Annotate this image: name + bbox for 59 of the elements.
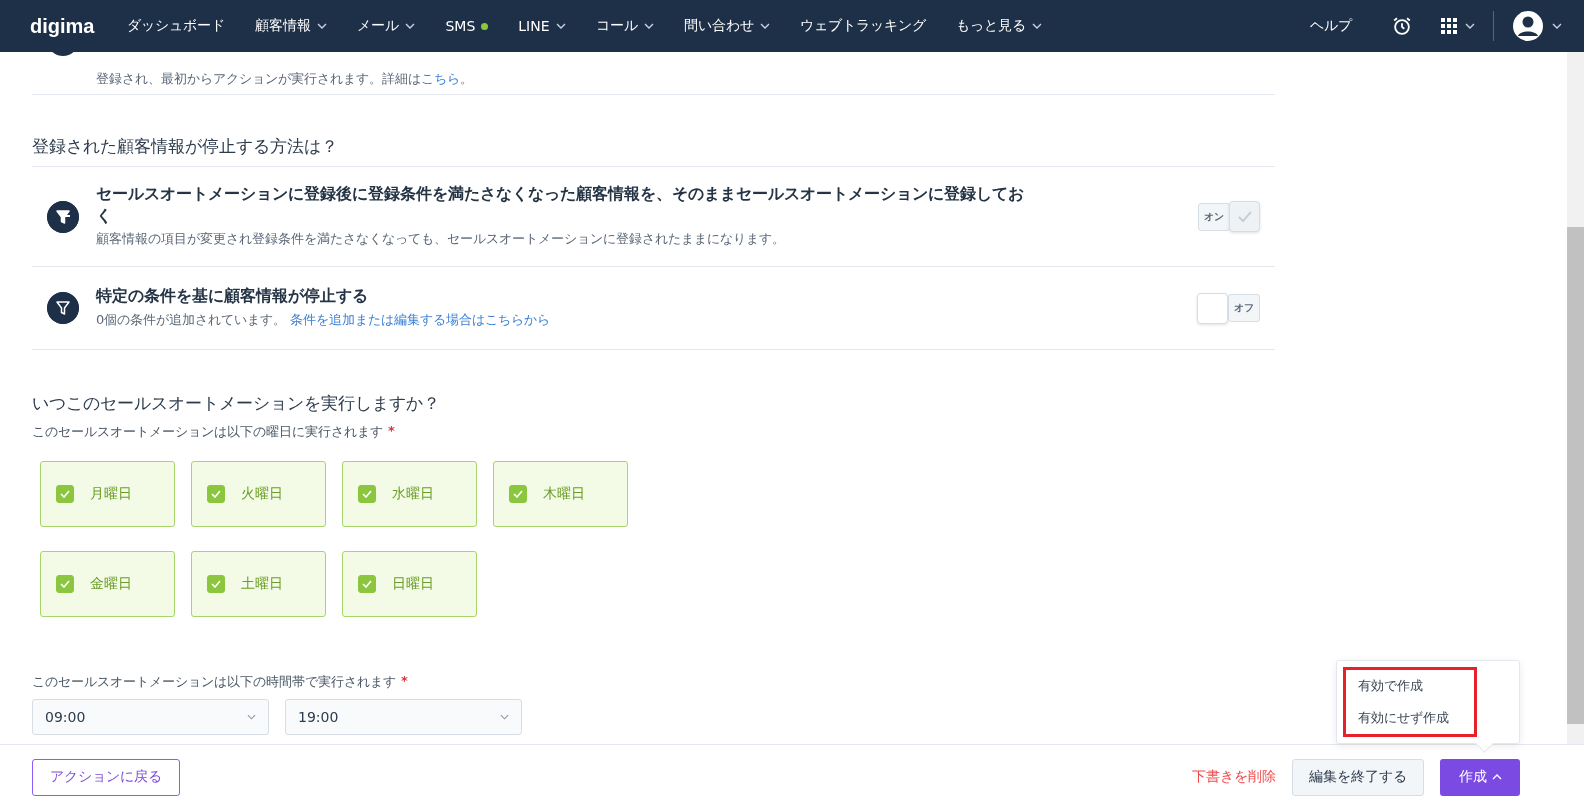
check-icon [60, 580, 70, 589]
finish-editing-button[interactable]: 編集を終了する [1292, 758, 1424, 796]
check-icon [1236, 209, 1253, 224]
check-icon [362, 490, 372, 499]
nav-menu-item[interactable]: もっと見る [940, 17, 1057, 35]
nav-menu-item[interactable]: コール [580, 17, 669, 35]
required-mark: * [388, 423, 395, 441]
option-description: 0個の条件が追加されています。 条件を追加または編集する場合はこちらから [96, 311, 552, 329]
create-button[interactable]: 作成 [1440, 758, 1520, 796]
option-description: 登録され、最初からアクションが実行されます。詳細はこちら。 [96, 70, 473, 88]
option-description: 顧客情報の項目が変更され登録条件を満たさなくなっても、セールスオートメーションに登録されたままになります。 [96, 230, 786, 249]
field-label: このセールスオートメーションは以下の時間帯で実行されます [32, 673, 396, 692]
toggle-switch[interactable]: オフ [1197, 292, 1260, 324]
nav-menu-item[interactable]: ダッシュボード [112, 17, 241, 35]
nav-menu-item[interactable]: ウェブトラッキング [784, 17, 941, 35]
nav-menu-item[interactable]: LINE [503, 18, 581, 34]
details-link[interactable]: こちら [421, 71, 460, 86]
option-title: 特定の条件を基に顧客情報が停止する [96, 285, 369, 307]
help-link[interactable]: ヘルプ [1295, 17, 1367, 35]
chevron-down-icon [555, 23, 566, 29]
chevron-up-icon [1491, 774, 1502, 780]
field-label: このセールスオートメーションは以下の曜日に実行されます [32, 423, 383, 442]
funnel-icon [47, 292, 79, 325]
chevron-down-icon [317, 23, 328, 29]
option-title: セールスオートメーションに登録後に登録条件を満たさなくなった顧客情報を、そのままセールスオートメーションに登録しておく [96, 183, 1025, 227]
grid-icon [1441, 18, 1457, 34]
nav-menu-item[interactable]: 顧客情報 [240, 17, 343, 35]
chevron-down-icon [1031, 23, 1042, 29]
alarm-clock-icon[interactable] [1391, 15, 1413, 37]
add-condition-link[interactable]: 条件を追加または編集する場合はこちらから [290, 312, 551, 327]
chevron-down-icon [759, 23, 770, 29]
chevron-down-icon [247, 714, 256, 721]
user-avatar-icon [1512, 10, 1544, 42]
check-icon [211, 490, 221, 499]
back-button[interactable]: アクションに戻る [32, 758, 180, 796]
scrollbar[interactable] [1567, 52, 1584, 744]
section-title: 登録された顧客情報が停止する方法は？ [32, 135, 1275, 167]
nav-menu-item[interactable]: 問い合わせ [668, 17, 785, 35]
nav-menu-item[interactable]: メール [342, 17, 431, 35]
funnel-minus-icon [47, 200, 79, 233]
check-icon [513, 490, 523, 499]
chevron-down-icon [643, 23, 654, 29]
required-mark: * [401, 673, 408, 691]
chevron-down-icon [1465, 23, 1475, 29]
nav-menu-item[interactable]: SMS [430, 18, 504, 34]
check-icon [60, 490, 70, 499]
time-select[interactable]: 09:00 [32, 699, 269, 736]
section-title: いつこのセールスオートメーションを実行しますか？ [32, 392, 441, 416]
time-select[interactable]: 19:00 [285, 699, 522, 736]
logo[interactable]: digima [30, 14, 95, 38]
delete-draft-link[interactable]: 下書きを削除 [1192, 768, 1276, 786]
chevron-down-icon [500, 714, 509, 721]
check-icon [362, 580, 372, 589]
menu-item[interactable]: 有効にせず作成 [1346, 701, 1461, 734]
menu-item[interactable]: 有効で作成 [1346, 669, 1435, 702]
chevron-down-icon [405, 23, 416, 29]
status-dot-icon [481, 22, 489, 30]
chevron-down-icon [1552, 23, 1562, 29]
check-icon [211, 580, 221, 589]
